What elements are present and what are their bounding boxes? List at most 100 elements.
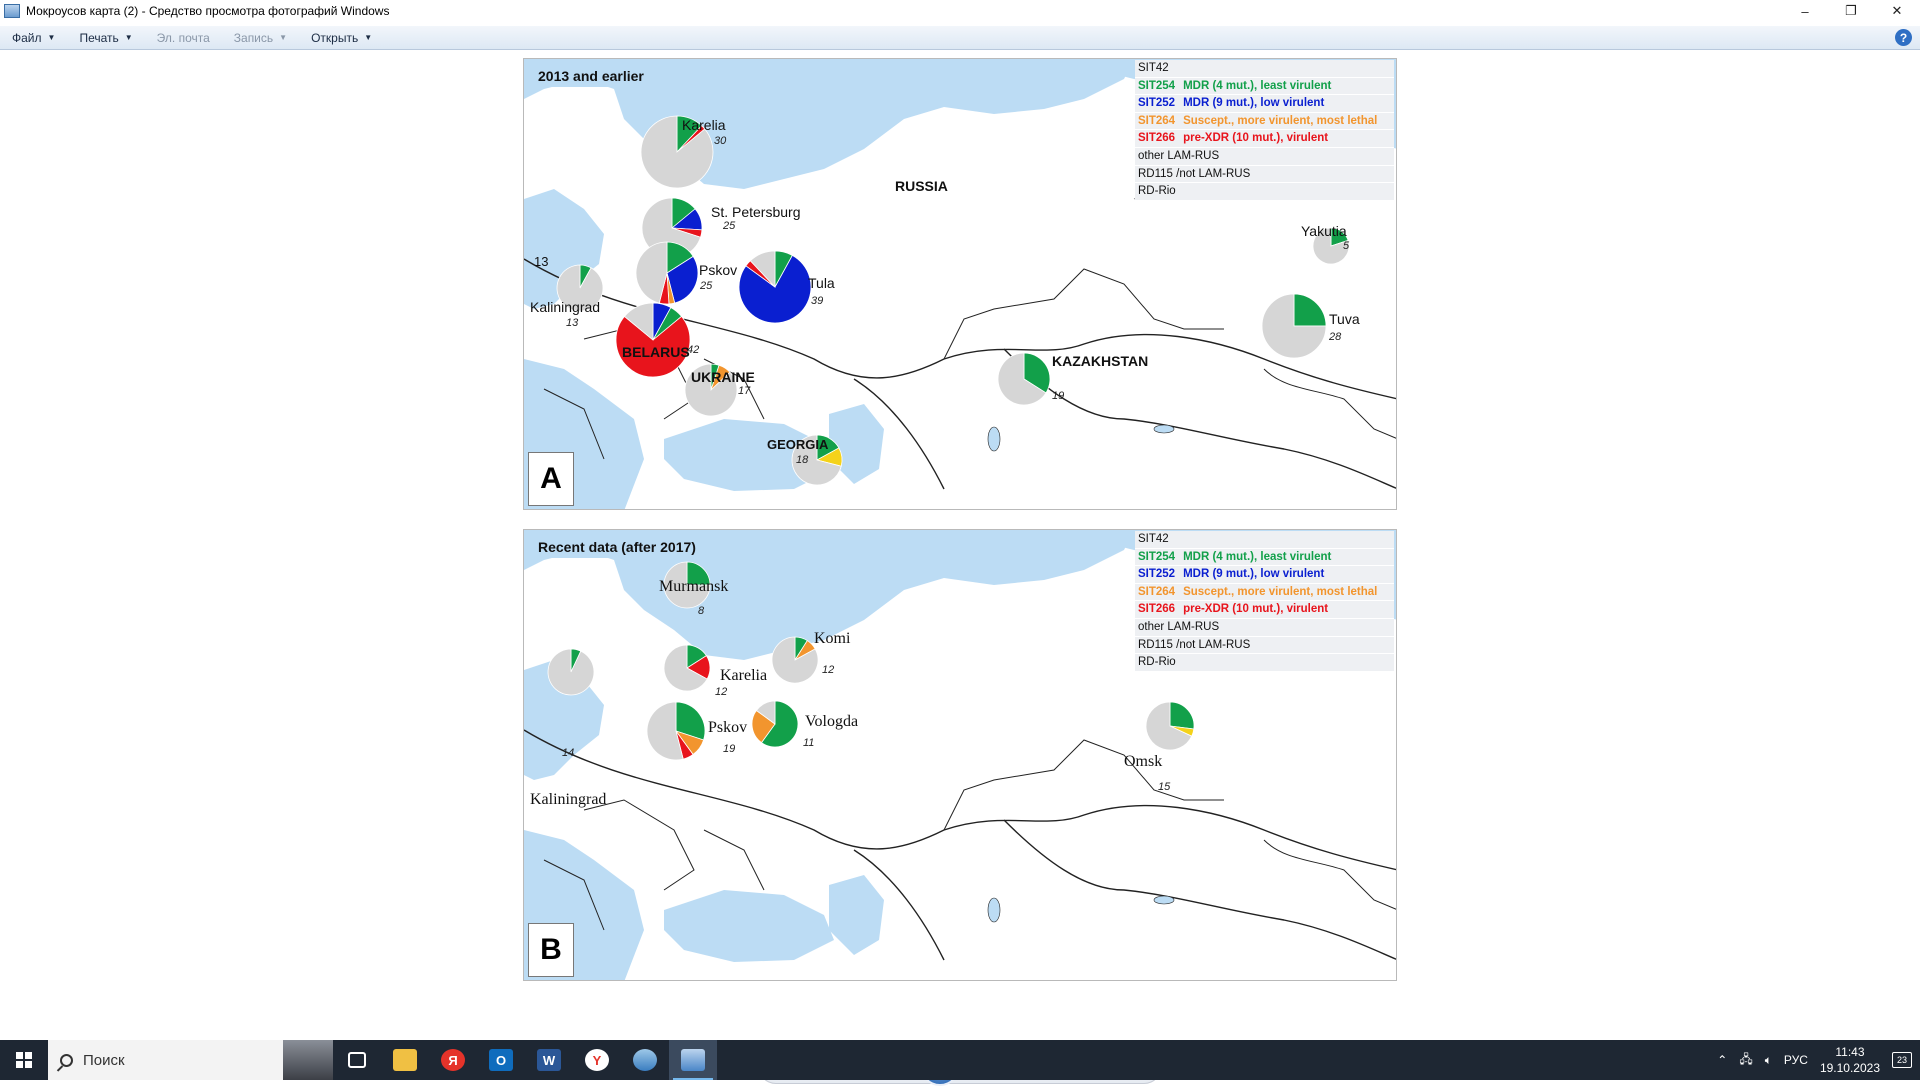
window-title: Мокроусов карта (2) - Средство просмотра… bbox=[26, 4, 390, 18]
site-count-omsk: 15 bbox=[1158, 781, 1171, 793]
site-label-pskov-a: Pskov bbox=[699, 262, 738, 278]
yandex-icon: Я bbox=[441, 1049, 465, 1071]
chevron-down-icon: ▼ bbox=[47, 33, 56, 42]
pie-charts-b bbox=[547, 561, 1195, 761]
pie-chart bbox=[615, 302, 691, 378]
site-count-komi: 12 bbox=[822, 664, 835, 676]
menu-print[interactable]: Печать ▼ bbox=[67, 26, 144, 50]
start-button[interactable] bbox=[0, 1040, 48, 1080]
map-panel-b: Recent data (after 2017) B SIT42 SIT254 MD… bbox=[523, 529, 1397, 981]
input-language[interactable]: РУС bbox=[1784, 1053, 1808, 1067]
outlook-icon: O bbox=[489, 1049, 513, 1071]
menu-burn[interactable]: Запись ▼ bbox=[222, 26, 299, 50]
menu-bar: Файл ▼ Печать ▼ Эл. почта Запись ▼ Открыть ▼… bbox=[0, 26, 1920, 50]
task-view-icon bbox=[348, 1052, 366, 1068]
site-label-omsk: Omsk bbox=[1124, 753, 1163, 770]
site-count-vologda: 11 bbox=[803, 737, 815, 749]
notifications-button[interactable]: 23 bbox=[1892, 1052, 1912, 1068]
site-label-pskov-b: Pskov bbox=[708, 719, 748, 736]
system-tray: ⌃ 🖧︎ 🔈︎ РУС 11:43 19.10.2023 23 bbox=[1717, 1044, 1920, 1076]
site-label-komi: Komi bbox=[814, 630, 851, 647]
restore-button[interactable]: ❐ bbox=[1828, 0, 1874, 22]
menu-print-label: Печать bbox=[79, 30, 119, 45]
windows-taskbar: Поиск Я O W Y ⌃ 🖧︎ 🔈︎ РУС 11:43 19.10.20… bbox=[0, 1040, 1920, 1080]
menu-email-label: Эл. почта bbox=[156, 30, 210, 45]
taskbar-outlook[interactable]: O bbox=[477, 1040, 525, 1080]
site-count-ukraine: 17 bbox=[738, 385, 751, 397]
site-label-kaliningrad-a: Kaliningrad bbox=[530, 299, 601, 315]
menu-file[interactable]: Файл ▼ bbox=[0, 26, 67, 50]
site-count-pskov-a: 25 bbox=[700, 280, 713, 292]
pie-charts-a bbox=[556, 115, 1350, 486]
photo-viewer-app-icon bbox=[4, 4, 20, 18]
site-count-tula-a: 39 bbox=[811, 295, 824, 307]
clock[interactable]: 11:43 19.10.2023 bbox=[1820, 1044, 1880, 1076]
site-count-kaliningrad-b: 14 bbox=[562, 747, 575, 759]
site-count-karelia-a: 30 bbox=[714, 135, 727, 147]
site-count-stpetersburg-a: 25 bbox=[723, 220, 736, 232]
site-label-yakutia: Yakutia bbox=[1301, 223, 1347, 239]
map-panel-a: 2013 and earlier A SIT42 SIT254 MDR (4 mut… bbox=[523, 58, 1397, 510]
word-icon: W bbox=[537, 1049, 561, 1071]
taskbar-word[interactable]: W bbox=[525, 1040, 573, 1080]
menu-email[interactable]: Эл. почта bbox=[145, 26, 222, 50]
pie-chart bbox=[997, 352, 1051, 406]
country-label-kazakhstan: KAZAKHSTAN bbox=[1052, 353, 1149, 369]
pie-chart bbox=[1261, 293, 1327, 359]
pie-chart bbox=[1145, 701, 1195, 751]
chevron-down-icon: ▼ bbox=[279, 33, 288, 42]
site-count-pskov-b: 19 bbox=[723, 743, 736, 755]
help-icon[interactable]: ? bbox=[1895, 29, 1912, 46]
menu-burn-label: Запись bbox=[233, 30, 274, 45]
country-label-belarus: BELARUS bbox=[622, 344, 690, 360]
menu-open[interactable]: Открыть ▼ bbox=[299, 26, 384, 50]
taskbar-app-generic[interactable] bbox=[621, 1040, 669, 1080]
site-count-murmansk: 8 bbox=[698, 605, 705, 617]
taskbar-explorer[interactable] bbox=[381, 1040, 429, 1080]
taskbar-photo-viewer[interactable] bbox=[669, 1040, 717, 1080]
country-label-ukraine: UKRAINE bbox=[691, 369, 755, 385]
tray-chevron-up-icon[interactable]: ⌃ bbox=[1717, 1053, 1727, 1067]
task-view-button[interactable] bbox=[333, 1040, 381, 1080]
pie-slice bbox=[1169, 701, 1195, 730]
site-label-vologda: Vologda bbox=[805, 713, 859, 730]
pie-chart bbox=[771, 636, 819, 684]
taskbar-yandex-browser[interactable]: Я bbox=[429, 1040, 477, 1080]
label-13-marker: 13 bbox=[534, 254, 549, 269]
taskbar-search[interactable]: Поиск bbox=[48, 1040, 333, 1080]
site-count-kazakhstan: 19 bbox=[1052, 390, 1065, 402]
chevron-down-icon: ▼ bbox=[364, 33, 373, 42]
minimize-button[interactable]: – bbox=[1782, 0, 1828, 22]
pie-chart bbox=[751, 700, 799, 748]
site-label-kaliningrad-b: Kaliningrad bbox=[530, 791, 607, 808]
site-count-belarus: 42 bbox=[687, 344, 700, 356]
pie-chart bbox=[646, 701, 706, 761]
search-icon bbox=[60, 1053, 73, 1067]
menu-open-label: Открыть bbox=[311, 30, 359, 45]
volume-icon[interactable]: 🔈︎ bbox=[1765, 1053, 1772, 1068]
pie-slice bbox=[1293, 293, 1327, 327]
chevron-down-icon: ▼ bbox=[124, 33, 133, 42]
windows-logo-icon bbox=[16, 1052, 32, 1068]
site-count-karelia-b: 12 bbox=[715, 686, 728, 698]
site-label-stpetersburg-a: St. Petersburg bbox=[711, 204, 801, 220]
pie-chart bbox=[635, 241, 699, 305]
clock-time: 11:43 bbox=[1835, 1045, 1865, 1059]
yandex-y-icon: Y bbox=[585, 1049, 609, 1071]
network-icon[interactable]: 🖧︎ bbox=[1739, 1050, 1752, 1071]
clock-date: 19.10.2023 bbox=[1819, 1061, 1880, 1075]
image-viewer-canvas: 2013 and earlier A SIT42 SIT254 MDR (4 mut… bbox=[0, 51, 1920, 1086]
close-window-button[interactable]: ✕ bbox=[1874, 0, 1920, 22]
site-count-tuva: 28 bbox=[1329, 331, 1342, 343]
site-label-tula-a: Tula bbox=[808, 275, 835, 291]
site-label-karelia-b: Karelia bbox=[720, 667, 768, 684]
taskbar-yandex[interactable]: Y bbox=[573, 1040, 621, 1080]
site-label-murmansk: Murmansk bbox=[659, 578, 729, 595]
site-label-tuva: Tuva bbox=[1329, 311, 1360, 327]
folder-icon bbox=[393, 1049, 417, 1071]
site-label-karelia-a: Karelia bbox=[682, 117, 726, 133]
search-placeholder: Поиск bbox=[83, 1051, 125, 1069]
menu-file-label: Файл bbox=[12, 30, 42, 45]
pie-chart bbox=[663, 644, 711, 692]
pie-slice bbox=[547, 648, 595, 696]
